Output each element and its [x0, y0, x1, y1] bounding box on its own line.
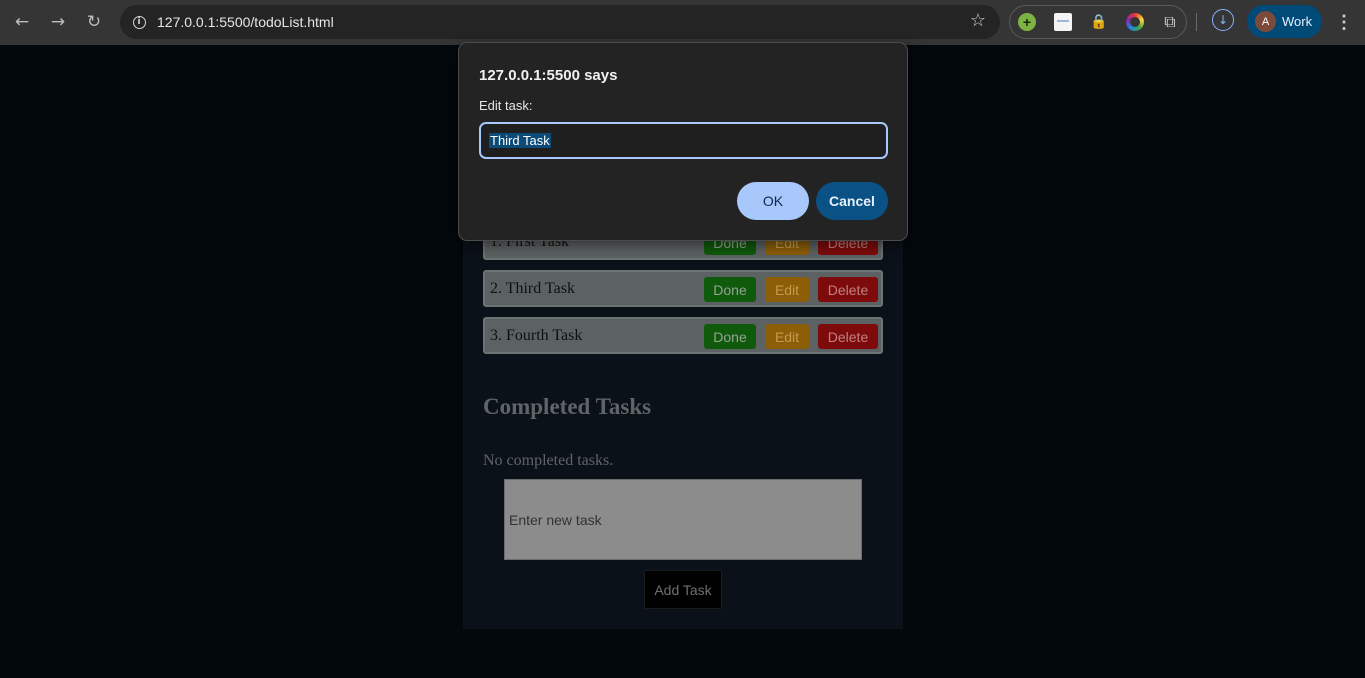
extensions-group: + 🔒 ⧉	[1009, 5, 1187, 39]
green-plus-icon[interactable]: +	[1018, 13, 1036, 31]
profile-button[interactable]: A Work	[1247, 5, 1322, 38]
toolbar-divider	[1196, 13, 1197, 31]
browser-toolbar: ← → ↻ i 127.0.0.1:5500/todoList.html ☆ +…	[0, 0, 1365, 45]
new-task-placeholder: Enter new task	[509, 512, 602, 528]
cancel-button[interactable]: Cancel	[816, 182, 888, 220]
edit-button[interactable]: Edit	[765, 324, 809, 349]
task-label: 2. Third Task	[490, 280, 575, 297]
avatar: A	[1255, 11, 1276, 32]
back-icon[interactable]: ←	[8, 8, 36, 36]
delete-button[interactable]: Delete	[818, 277, 878, 302]
dialog-input-value[interactable]: Third Task	[489, 133, 551, 148]
task-label: 3. Fourth Task	[490, 327, 583, 344]
url-text[interactable]: 127.0.0.1:5500/todoList.html	[157, 14, 334, 30]
download-icon[interactable]: ↓	[1212, 9, 1234, 31]
dialog-title: 127.0.0.1:5500 says	[479, 67, 618, 84]
reload-icon[interactable]: ↻	[80, 8, 108, 36]
address-bar[interactable]: i 127.0.0.1:5500/todoList.html ☆	[120, 5, 1000, 39]
empty-completed-text: No completed tasks.	[483, 452, 614, 469]
completed-tasks-heading: Completed Tasks	[483, 394, 652, 419]
delete-button[interactable]: Delete	[818, 324, 878, 349]
site-info-button[interactable]: i	[128, 11, 150, 33]
lock-icon[interactable]: 🔒	[1090, 13, 1108, 31]
profile-name: Work	[1282, 14, 1313, 29]
task-row: 3. Fourth Task Done Edit Delete	[483, 317, 883, 354]
new-task-input[interactable]: Enter new task	[504, 479, 862, 560]
kebab-menu-icon[interactable]: ⋮	[1334, 10, 1354, 34]
white-doc-icon[interactable]	[1054, 13, 1072, 31]
edit-button[interactable]: Edit	[765, 277, 809, 302]
info-icon: i	[132, 15, 146, 29]
done-button[interactable]: Done	[704, 324, 756, 349]
ok-button[interactable]: OK	[737, 182, 809, 220]
puzzle-icon[interactable]: ⧉	[1161, 12, 1179, 31]
forward-icon[interactable]: →	[44, 8, 72, 36]
edit-task-dialog: 127.0.0.1:5500 says Edit task: Third Tas…	[458, 42, 908, 241]
dialog-input[interactable]: Third Task	[479, 122, 888, 159]
done-button[interactable]: Done	[704, 277, 756, 302]
bookmark-star-icon[interactable]: ☆	[970, 10, 986, 31]
task-row: 2. Third Task Done Edit Delete	[483, 270, 883, 307]
dialog-label: Edit task:	[479, 98, 533, 113]
color-ring-icon[interactable]	[1126, 13, 1144, 31]
add-task-button[interactable]: Add Task	[644, 570, 722, 609]
